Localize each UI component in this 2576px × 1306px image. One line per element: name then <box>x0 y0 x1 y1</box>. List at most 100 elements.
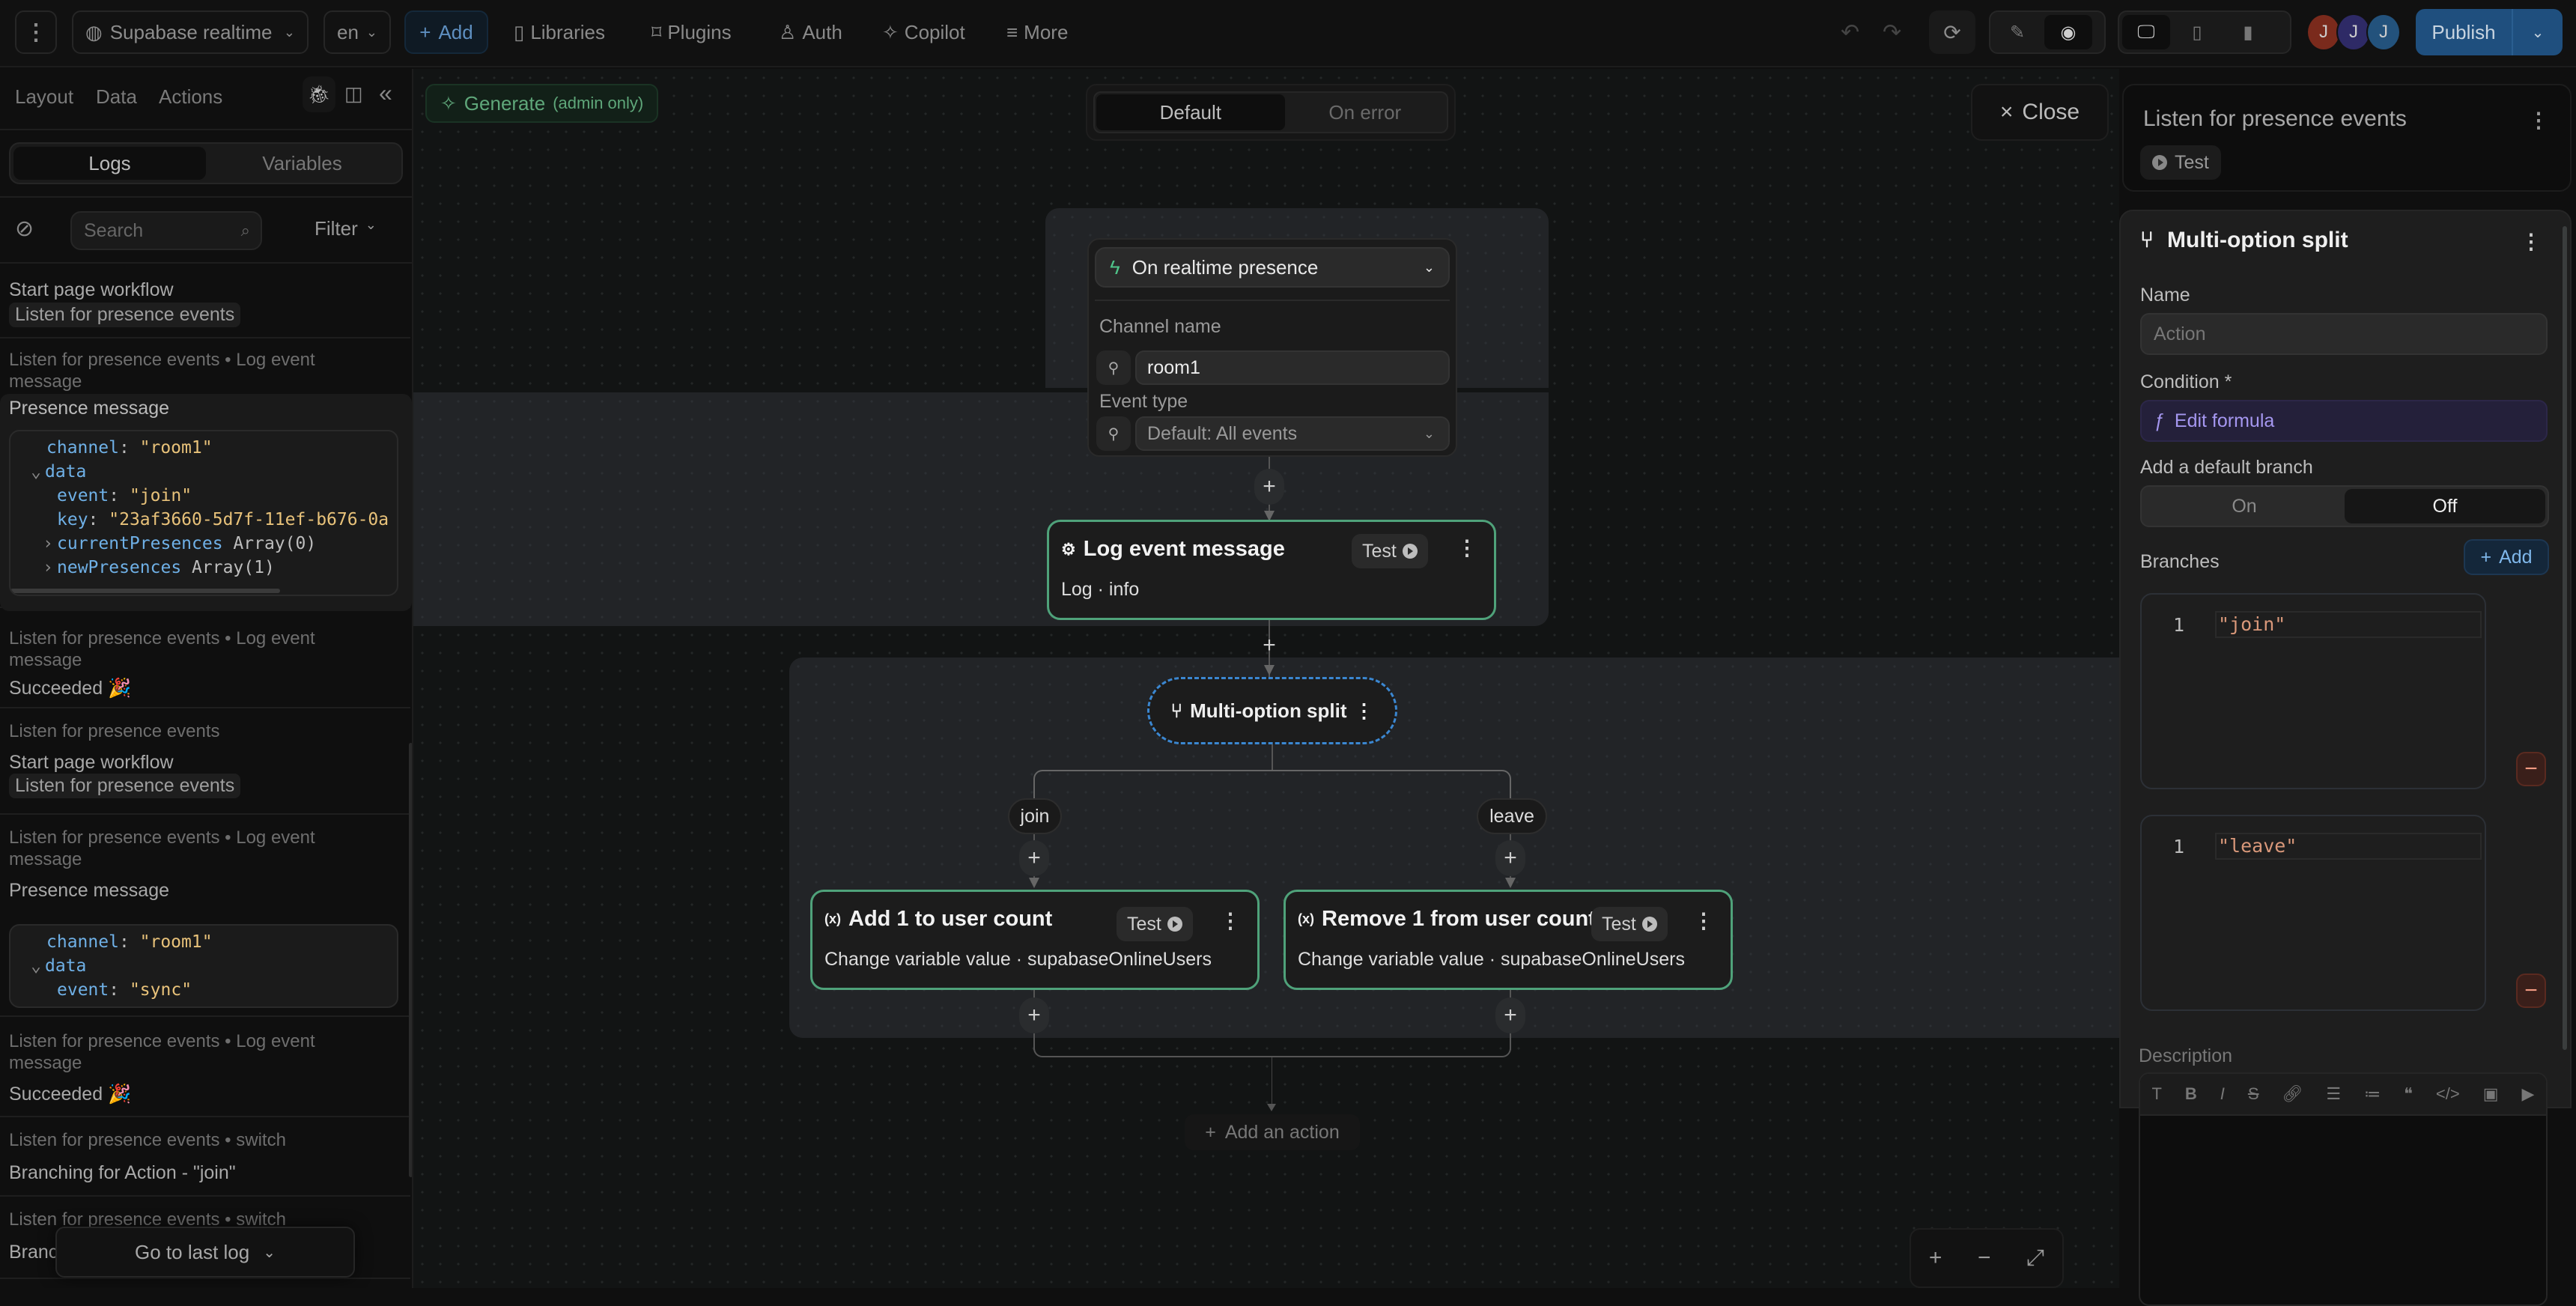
italic-icon[interactable]: I <box>2220 1084 2225 1104</box>
add-button[interactable]: + Add <box>404 10 488 54</box>
default-branch-off[interactable]: Off <box>2345 489 2545 523</box>
remove-branch-button[interactable]: − <box>2516 974 2546 1008</box>
close-button[interactable]: × Close <box>1971 84 2109 141</box>
copilot-link[interactable]: ✧ Copilot <box>882 10 965 54</box>
tablet-view-button[interactable]: ▯ <box>2173 15 2221 49</box>
kebab-vertical-icon[interactable]: ⋮ <box>1355 699 1374 723</box>
preview-mode-button[interactable]: ◉ <box>2044 15 2092 49</box>
remove-user-count-node[interactable]: (x) Remove 1 from user count Change varia… <box>1284 890 1733 990</box>
avatar[interactable]: J <box>2366 13 2401 51</box>
collapse-icon[interactable]: ⌄ <box>27 460 45 484</box>
add-user-count-node[interactable]: (x) Add 1 to user count Change variable v… <box>810 890 1260 990</box>
publish-options-button[interactable]: ⌄ <box>2513 23 2563 42</box>
clear-logs-button[interactable]: ⊘ <box>15 216 34 242</box>
go-to-last-log-button[interactable]: Go to last log ⌄ <box>55 1227 355 1278</box>
log-event-node[interactable]: ⚙ Log event message Log · info Test ⋮ <box>1047 520 1496 620</box>
strikethrough-icon[interactable]: S <box>2248 1084 2259 1104</box>
zoom-out-button[interactable]: − <box>1978 1245 1991 1271</box>
test-workflow-button[interactable]: Test <box>2140 145 2221 180</box>
refresh-button[interactable]: ⟳ <box>1929 10 1975 54</box>
default-branch-on[interactable]: On <box>2144 489 2345 523</box>
tab-default[interactable]: Default <box>1096 94 1285 130</box>
log-entry[interactable]: Listen for presence events Start page wo… <box>0 708 410 815</box>
name-input[interactable]: Action <box>2140 313 2548 355</box>
action-menu-button[interactable]: ⋮ <box>2521 229 2542 254</box>
branch-editor[interactable]: 1 "leave" <box>2140 815 2486 1011</box>
image-icon[interactable]: ▣ <box>2483 1084 2499 1104</box>
expand-icon[interactable]: › <box>39 556 57 580</box>
quote-icon[interactable]: ❝ <box>2404 1084 2413 1104</box>
multi-option-split-node[interactable]: ⑂ Multi-option split ⋮ <box>1147 677 1397 744</box>
vertical-scrollbar[interactable] <box>409 743 412 1177</box>
tab-actions[interactable]: Actions <box>159 85 222 109</box>
undo-button[interactable]: ↶ <box>1841 10 1859 54</box>
tab-layout[interactable]: Layout <box>15 85 73 109</box>
bind-formula-button[interactable]: ⚲ <box>1096 416 1131 451</box>
node-menu-button[interactable]: ⋮ <box>1693 908 1714 933</box>
tab-logs[interactable]: Logs <box>13 147 206 180</box>
libraries-link[interactable]: ▯ Libraries <box>514 10 605 54</box>
collapse-panel-button[interactable]: « <box>379 79 392 107</box>
log-entry[interactable]: Listen for presence events • Log event m… <box>0 343 412 611</box>
text-icon[interactable]: T <box>2151 1084 2161 1104</box>
bind-formula-button[interactable]: ⚲ <box>1096 350 1131 385</box>
mobile-view-button[interactable]: ▮ <box>2224 15 2272 49</box>
node-menu-button[interactable]: ⋮ <box>1220 908 1241 933</box>
vertical-scrollbar[interactable] <box>2563 226 2567 1050</box>
remove-branch-button[interactable]: − <box>2516 752 2546 786</box>
more-link[interactable]: ≡ More <box>1006 10 1068 54</box>
redo-button[interactable]: ↷ <box>1883 10 1901 54</box>
link-icon[interactable]: 🔗︎ <box>2282 1084 2303 1104</box>
filter-dropdown[interactable]: Filter ⌄ <box>315 217 377 240</box>
plugins-link[interactable]: ⌑ Plugins <box>651 10 732 54</box>
node-menu-button[interactable]: ⋮ <box>1456 535 1477 560</box>
numbered-list-icon[interactable]: ≔ <box>2364 1084 2381 1104</box>
main-menu-button[interactable]: ⋮ <box>15 10 57 54</box>
branch-label-join[interactable]: join <box>1008 798 1062 834</box>
workflow-menu-button[interactable]: ⋮ <box>2528 108 2549 133</box>
bold-icon[interactable]: B <box>2185 1084 2197 1104</box>
edit-mode-button[interactable]: ✎ <box>1993 15 2041 49</box>
trigger-type-select[interactable]: ϟ On realtime presence ⌄ <box>1095 247 1450 288</box>
workflow-canvas[interactable]: ✧ Generate (admin only) Default On error… <box>413 69 2119 1288</box>
search-input[interactable]: Search ⌕ <box>70 211 262 250</box>
debug-button[interactable]: 🐞︎ <box>303 76 335 112</box>
horizontal-scrollbar[interactable] <box>10 589 280 593</box>
auth-link[interactable]: ♙ Auth <box>779 10 842 54</box>
expand-icon[interactable]: › <box>39 532 57 556</box>
channel-name-input[interactable]: room1 <box>1135 350 1450 385</box>
tab-variables[interactable]: Variables <box>206 147 398 180</box>
insert-action-button[interactable]: + <box>1254 628 1284 663</box>
video-icon[interactable]: ▶ <box>2521 1084 2534 1104</box>
fit-view-button[interactable]: ⤢ <box>2026 1245 2044 1271</box>
log-entry[interactable]: Listen for presence events • Log event m… <box>0 1017 410 1117</box>
log-entry[interactable]: Listen for presence events • Log event m… <box>0 623 410 708</box>
branch-label-leave[interactable]: leave <box>1477 798 1547 834</box>
insert-action-button[interactable]: + <box>1495 997 1525 1033</box>
code-icon[interactable]: </> <box>2436 1084 2460 1104</box>
description-editor[interactable]: T B I S 🔗︎ ☰ ≔ ❝ </> ▣ ▶ <box>2139 1072 2548 1306</box>
bullet-list-icon[interactable]: ☰ <box>2326 1084 2341 1104</box>
tab-data[interactable]: Data <box>96 85 137 109</box>
insert-action-button[interactable]: + <box>1019 997 1049 1033</box>
tab-on-error[interactable]: On error <box>1285 94 1445 130</box>
toggle-panel-button[interactable]: ◫ <box>344 82 363 106</box>
branch-editor[interactable]: 1 "join" <box>2140 593 2486 789</box>
test-button[interactable]: Test <box>1117 907 1193 941</box>
add-branch-button[interactable]: + Add <box>2464 539 2549 575</box>
desktop-view-button[interactable]: 🖵 <box>2122 15 2170 49</box>
event-type-select[interactable]: Default: All events ⌄ <box>1135 416 1450 451</box>
zoom-in-button[interactable]: + <box>1929 1245 1942 1271</box>
generate-button[interactable]: ✧ Generate (admin only) <box>425 84 659 123</box>
add-action-button[interactable]: + Add an action <box>1185 1114 1360 1150</box>
log-entry[interactable]: Start page workflow Listen for presence … <box>0 271 410 338</box>
project-selector[interactable]: ◍ Supabase realtime ⌄ <box>72 10 309 54</box>
log-entry[interactable]: Listen for presence events • Log event m… <box>0 815 410 1017</box>
log-entry[interactable]: Listen for presence events • switch Bran… <box>0 1117 410 1197</box>
insert-action-button[interactable]: + <box>1254 469 1284 505</box>
insert-action-button[interactable]: + <box>1495 840 1525 876</box>
edit-formula-button[interactable]: ƒ Edit formula <box>2140 400 2548 442</box>
test-button[interactable]: Test <box>1352 534 1428 568</box>
publish-button[interactable]: Publish <box>2416 9 2513 55</box>
language-selector[interactable]: en ⌄ <box>323 10 391 54</box>
